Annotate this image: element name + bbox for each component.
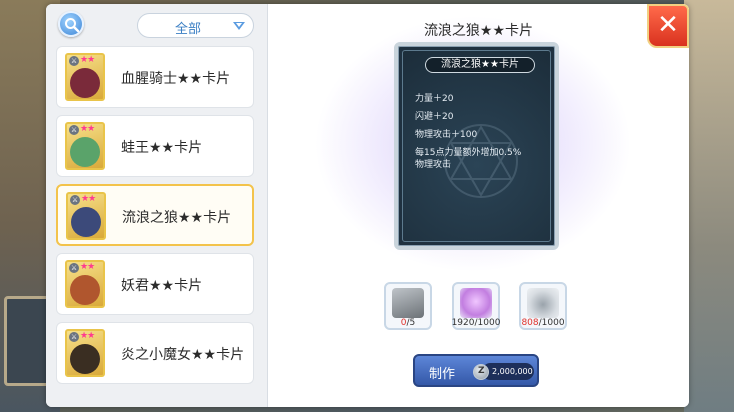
close-icon: ✕ <box>657 10 679 40</box>
card-type-badge-icon: ⚔ <box>70 195 80 205</box>
magnifier-icon <box>65 18 80 33</box>
material-have: 808 <box>521 318 539 328</box>
card-type-badge-icon: ⚔ <box>69 125 79 135</box>
card-name: 血腥骑士★★卡片 <box>121 71 231 87</box>
card-preview: 流浪之狼★★卡片 力量＋20 闪避＋20 物理攻击＋100 每15点力量额外增加… <box>394 42 559 250</box>
material-count: 1920/1000 <box>451 318 501 328</box>
monster-portrait <box>71 207 101 237</box>
card-list-item[interactable]: ⚔ ★★ 蛙王★★卡片 <box>56 115 254 177</box>
craft-cost: 2,000,000 <box>482 363 534 380</box>
card-name: 蛙王★★卡片 <box>121 140 203 156</box>
monster-portrait <box>70 275 100 305</box>
chevron-down-icon <box>233 22 245 30</box>
card-stat-line: 物理攻击＋100 <box>415 130 478 140</box>
filter-selected-label: 全部 <box>174 22 201 37</box>
close-button[interactable]: ✕ <box>647 4 689 48</box>
card-type-badge-icon: ⚔ <box>69 263 79 273</box>
card-type-badge-icon: ⚔ <box>69 56 79 66</box>
card-name: 流浪之狼★★卡片 <box>122 210 232 226</box>
material-count: 0/5 <box>373 318 443 328</box>
filter-row: 全部 <box>46 4 268 46</box>
card-list: ⚔ ★★ 血腥骑士★★卡片 ⚔ ★★ 蛙王★★卡片 ⚔ ★★ 流浪之狼★★卡片 … <box>56 46 254 391</box>
card-detail-area: 流浪之狼★★卡片 ✕ 流浪之狼★★卡片 力量＋20 闪避＋20 物理攻击＋100… <box>268 4 689 407</box>
monster-portrait <box>70 137 100 167</box>
card-face-title: 流浪之狼★★卡片 <box>425 57 535 73</box>
card-thumbnail: ⚔ ★★ <box>65 53 105 101</box>
monster-portrait <box>70 344 100 374</box>
coin-symbol: Z <box>478 366 485 376</box>
rarity-stars: ★★ <box>80 55 95 65</box>
card-list-item-selected[interactable]: ⚔ ★★ 流浪之狼★★卡片 <box>56 184 254 246</box>
monster-portrait <box>70 68 100 98</box>
detail-title: 流浪之狼★★卡片 <box>423 23 534 39</box>
material-count: 808/1000 <box>508 318 578 328</box>
card-thumbnail: ⚔ ★★ <box>65 329 105 377</box>
background-window <box>4 296 50 386</box>
rarity-stars: ★★ <box>80 124 95 134</box>
material-need: /1000 <box>538 318 565 328</box>
rarity-stars: ★★ <box>81 194 96 204</box>
craft-button-label: 制作 <box>429 367 456 382</box>
card-thumbnail: ⚔ ★★ <box>66 192 106 240</box>
material-need: /5 <box>406 318 416 328</box>
pink-crystal-icon <box>460 288 492 318</box>
wolf-card-icon <box>392 288 424 318</box>
card-stat-line: 物理攻击 <box>415 160 452 170</box>
card-face: 流浪之狼★★卡片 力量＋20 闪避＋20 物理攻击＋100 每15点力量额外增加… <box>402 50 551 242</box>
card-list-item[interactable]: ⚔ ★★ 血腥骑士★★卡片 <box>56 46 254 108</box>
zeny-coin-icon: Z <box>473 364 489 380</box>
materials-row <box>268 282 689 338</box>
card-list-column: 全部 ⚔ ★★ 血腥骑士★★卡片 ⚔ ★★ 蛙王★★卡片 ⚔ ★★ 流浪之狼★★… <box>46 4 268 407</box>
card-list-item[interactable]: ⚔ ★★ 炎之小魔女★★卡片 <box>56 322 254 384</box>
card-stat-line: 闪避＋20 <box>415 112 454 122</box>
card-name: 妖君★★卡片 <box>121 278 203 294</box>
background-scenery <box>684 0 734 412</box>
search-button[interactable] <box>58 11 84 37</box>
rarity-stars: ★★ <box>80 262 95 272</box>
card-thumbnail: ⚔ ★★ <box>65 260 105 308</box>
gray-dust-icon <box>527 288 559 318</box>
card-name: 炎之小魔女★★卡片 <box>121 347 245 363</box>
card-craft-panel: 全部 ⚔ ★★ 血腥骑士★★卡片 ⚔ ★★ 蛙王★★卡片 ⚔ ★★ 流浪之狼★★… <box>46 4 689 407</box>
craft-button[interactable]: 制作 2,000,000 Z <box>413 354 539 387</box>
card-list-item[interactable]: ⚔ ★★ 妖君★★卡片 <box>56 253 254 315</box>
rarity-stars: ★★ <box>80 331 95 341</box>
card-thumbnail: ⚔ ★★ <box>65 122 105 170</box>
category-filter-dropdown[interactable]: 全部 <box>137 13 254 38</box>
card-type-badge-icon: ⚔ <box>69 332 79 342</box>
card-stat-line: 力量＋20 <box>415 94 454 104</box>
